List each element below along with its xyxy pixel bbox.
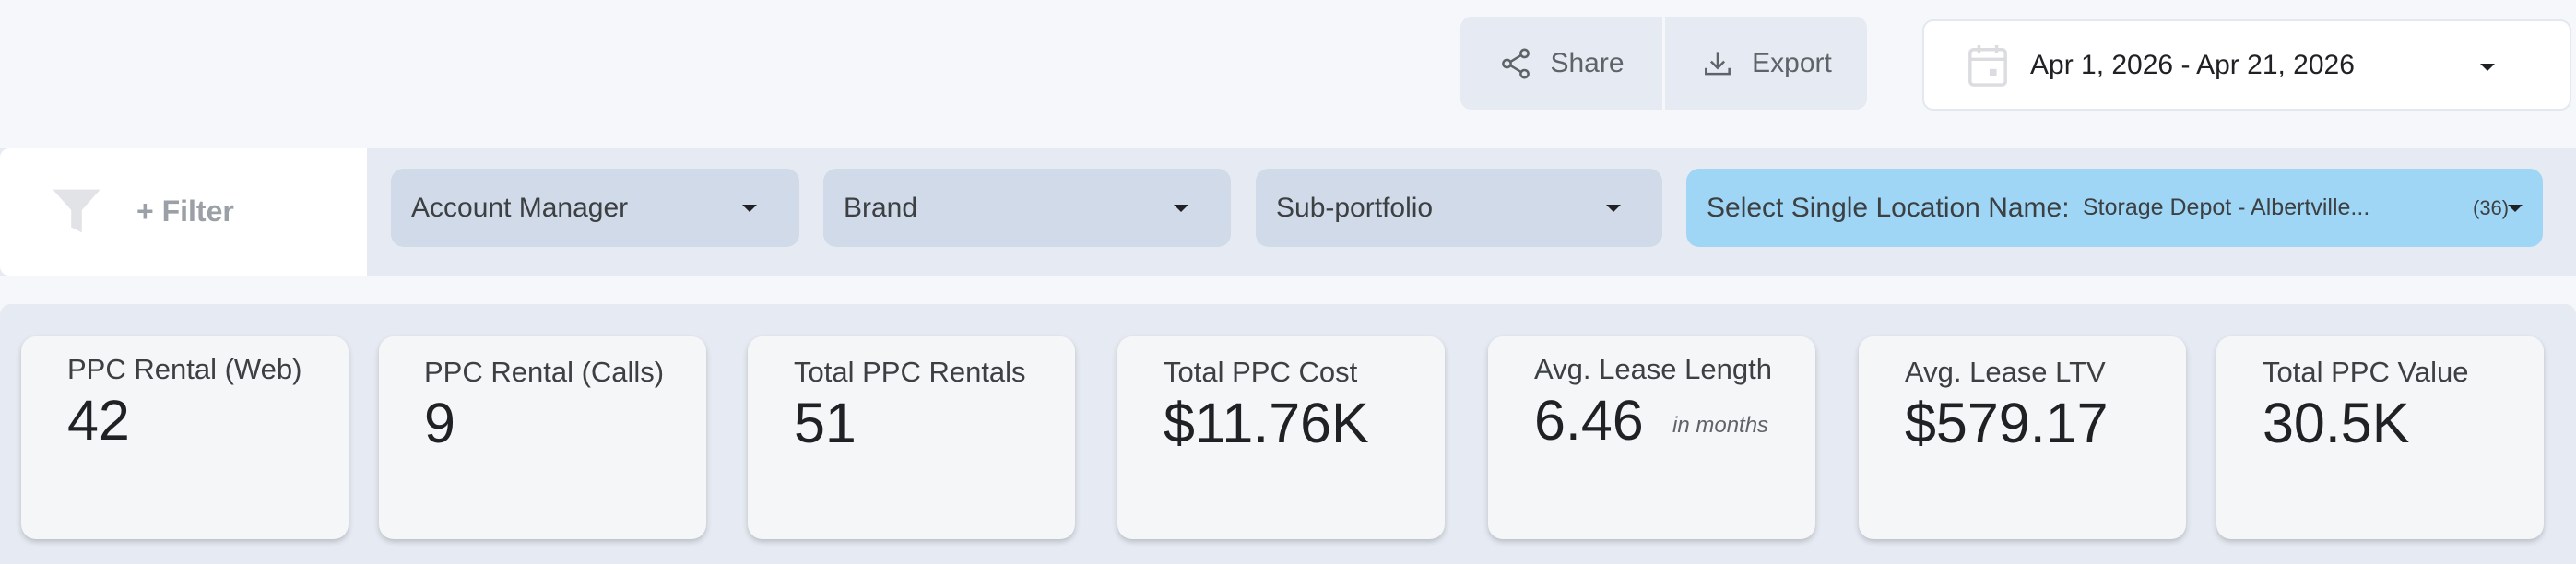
kpi-value: $11.76K (1164, 392, 1369, 454)
kpi-value: 6.46 (1534, 389, 1644, 452)
kpi-card-ppc-rental-web: PPC Rental (Web) 42 (21, 336, 349, 539)
dashboard-page: Share Export Apr 1, 2026 - Apr 21, 2026 … (0, 0, 2576, 564)
kpi-unit: in months (1672, 413, 1769, 438)
dropdown-label: Brand (844, 192, 918, 223)
kpi-card-ppc-rental-calls: PPC Rental (Calls) 9 (379, 336, 706, 539)
sub-portfolio-dropdown[interactable]: Sub-portfolio (1256, 169, 1662, 247)
export-button[interactable]: Export (1665, 17, 1867, 110)
kpi-label: Total PPC Cost (1164, 356, 1358, 388)
kpi-value: 51 (794, 392, 857, 454)
dropdown-selected-value: Storage Depot - Albertville... (2083, 194, 2370, 220)
share-label: Share (1550, 47, 1625, 78)
add-filter-button[interactable]: + Filter (0, 148, 367, 276)
kpi-value: 30.5K (2263, 392, 2410, 454)
dropdown-selected-count: (36) (2473, 195, 2510, 219)
kpi-card-avg-lease-ltv: Avg. Lease LTV $579.17 (1859, 336, 2186, 539)
kpi-card-avg-lease-length: Avg. Lease Length 6.46 in months (1488, 336, 1815, 539)
kpi-label: Total PPC Value (2263, 356, 2469, 388)
dropdown-label: Account Manager (411, 192, 629, 223)
kpi-label: Avg. Lease LTV (1905, 356, 2106, 388)
chevron-down-icon (2508, 205, 2523, 212)
kpi-label: Total PPC Rentals (794, 356, 1026, 388)
location-name-dropdown[interactable]: Select Single Location Name: Storage Dep… (1686, 169, 2543, 247)
filter-icon (53, 189, 100, 233)
calendar-icon (1968, 44, 2007, 87)
dropdown-label: Sub-portfolio (1276, 192, 1434, 223)
date-range-label: Apr 1, 2026 - Apr 21, 2026 (2030, 49, 2355, 80)
kpi-label: PPC Rental (Web) (67, 353, 302, 385)
account-manager-dropdown[interactable]: Account Manager (391, 169, 799, 247)
chevron-down-icon (742, 205, 757, 212)
export-label: Export (1752, 47, 1832, 78)
kpi-card-total-ppc-value: Total PPC Value 30.5K (2216, 336, 2544, 539)
kpi-card-total-ppc-cost: Total PPC Cost $11.76K (1117, 336, 1445, 539)
kpi-value: $579.17 (1905, 392, 2109, 454)
chevron-down-icon (1606, 205, 1621, 212)
kpi-value: 9 (424, 392, 455, 454)
add-filter-label: + Filter (136, 194, 234, 228)
share-button[interactable]: Share (1460, 17, 1662, 110)
chevron-down-icon (1174, 205, 1188, 212)
share-icon (1502, 48, 1530, 78)
chevron-down-icon (2480, 64, 2495, 71)
kpi-label: Avg. Lease Length (1534, 353, 1772, 385)
date-range-picker[interactable]: Apr 1, 2026 - Apr 21, 2026 (1922, 19, 2571, 111)
kpi-value: 42 (67, 389, 130, 452)
download-icon (1705, 51, 1731, 75)
brand-dropdown[interactable]: Brand (823, 169, 1231, 247)
dropdown-label: Select Single Location Name: (1707, 192, 2070, 223)
kpi-card-total-ppc-rentals: Total PPC Rentals 51 (748, 336, 1075, 539)
kpi-label: PPC Rental (Calls) (424, 356, 665, 388)
toolbar-button-group: Share Export (1460, 17, 1867, 110)
